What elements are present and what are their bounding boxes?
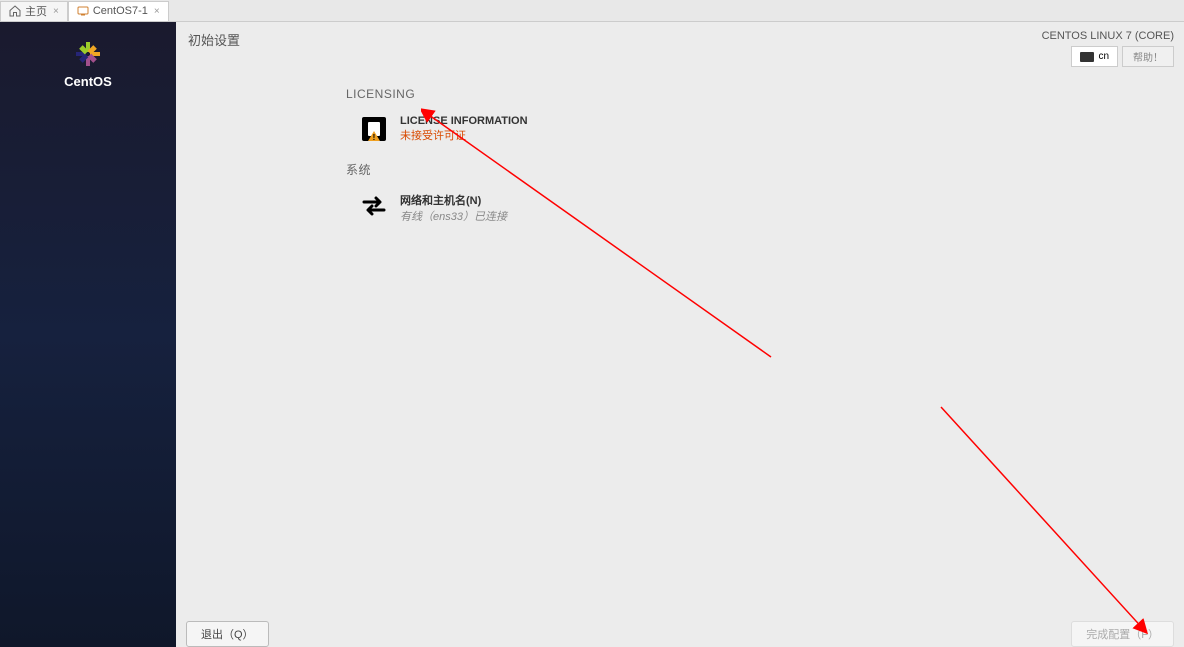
tab-vm[interactable]: CentOS7-1 × [68, 1, 169, 21]
license-title: LICENSE INFORMATION [400, 115, 528, 127]
centos-brand-label: CentOS [64, 74, 112, 89]
footer: 退出（Q） 完成配置（F） [176, 621, 1184, 647]
close-icon[interactable]: × [154, 6, 160, 17]
page-title: 初始设置 [188, 30, 240, 49]
close-icon[interactable]: × [53, 6, 59, 17]
home-icon [9, 5, 21, 17]
language-button[interactable]: cn [1071, 46, 1118, 67]
header-buttons: cn 帮助！ [1071, 46, 1174, 67]
license-information-spoke[interactable]: ! LICENSE INFORMATION 未接受许可证 [358, 115, 1184, 143]
keyboard-icon [1080, 52, 1094, 62]
network-title: 网络和主机名(N) [400, 192, 507, 208]
tab-bar: 主页 × CentOS7-1 × [0, 0, 1184, 22]
sections: LICENSING ! LICENSE INFORMATION 未接受许可证 系… [176, 67, 1184, 242]
content-area: 初始设置 CENTOS LINUX 7 (CORE) cn 帮助！ LICENS… [176, 22, 1184, 647]
tab-vm-label: CentOS7-1 [93, 5, 148, 17]
network-icon [358, 192, 390, 220]
tab-home[interactable]: 主页 × [0, 1, 68, 21]
license-icon: ! [358, 115, 390, 143]
sidebar: CentOS [0, 22, 176, 647]
license-text: LICENSE INFORMATION 未接受许可证 [400, 115, 528, 143]
lang-label: cn [1098, 51, 1109, 62]
centos-logo-icon [74, 40, 102, 68]
network-hostname-spoke[interactable]: 网络和主机名(N) 有线（ens33）已连接 [358, 192, 1184, 224]
licensing-section-header: LICENSING [346, 87, 1184, 101]
quit-button[interactable]: 退出（Q） [186, 621, 269, 647]
header-right: CENTOS LINUX 7 (CORE) cn 帮助！ [1042, 30, 1174, 67]
vm-icon [77, 5, 89, 17]
header-row: 初始设置 CENTOS LINUX 7 (CORE) cn 帮助！ [176, 22, 1184, 67]
license-status: 未接受许可证 [400, 127, 528, 143]
svg-text:!: ! [373, 133, 376, 142]
annotation-arrow-2 [936, 402, 1156, 642]
finish-config-button[interactable]: 完成配置（F） [1071, 621, 1174, 647]
system-section-header: 系统 [346, 161, 1184, 178]
help-button[interactable]: 帮助！ [1122, 46, 1174, 67]
network-status: 有线（ens33）已连接 [400, 208, 507, 224]
main-container: CentOS 初始设置 CENTOS LINUX 7 (CORE) cn 帮助！… [0, 22, 1184, 647]
os-label: CENTOS LINUX 7 (CORE) [1042, 30, 1174, 42]
network-text: 网络和主机名(N) 有线（ens33）已连接 [400, 192, 507, 224]
tab-home-label: 主页 [25, 3, 47, 19]
